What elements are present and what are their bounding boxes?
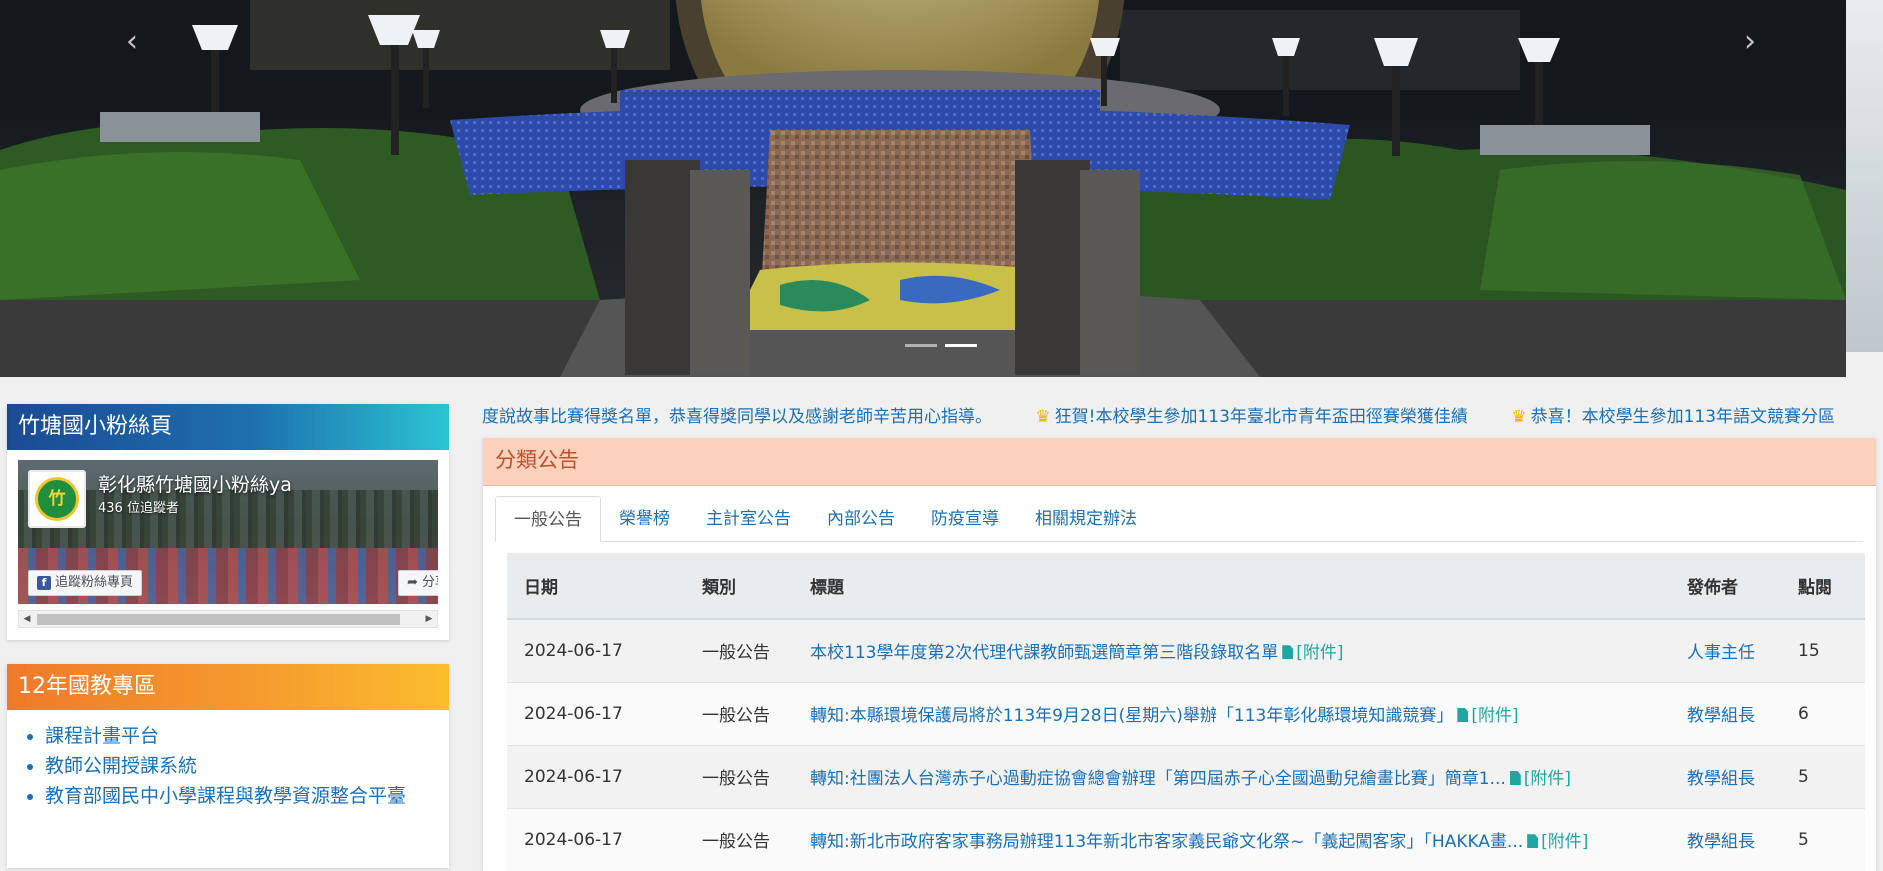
carousel-indicator-1[interactable] xyxy=(905,344,937,347)
curriculum-link[interactable]: 課程計畫平台 xyxy=(45,725,159,747)
tab-general[interactable]: 一般公告 xyxy=(495,496,601,542)
hero-carousel: ‹ › xyxy=(0,0,1846,377)
tab-honor-roll[interactable]: 榮譽榜 xyxy=(601,496,688,542)
column-header-category[interactable]: 類別 xyxy=(685,553,793,620)
publisher-link[interactable]: 教學組長 xyxy=(1687,769,1755,789)
cell-date: 2024-06-17 xyxy=(507,807,685,871)
scrollbar-thumb[interactable] xyxy=(37,614,400,625)
file-icon xyxy=(1457,708,1469,722)
announcement-tabs: 一般公告 榮譽榜 主計室公告 內部公告 防疫宣導 相關規定辦法 xyxy=(495,496,1863,542)
table-row: 2024-06-17 一般公告 轉知:社團法人台灣赤子心過動症協會總會辦理「第四… xyxy=(507,744,1865,808)
curriculum-panel-title: 12年國教專區 xyxy=(7,664,449,710)
curriculum-link-list: 課程計畫平台 教師公開授課系統 教育部國民中小學課程與教學資源整合平臺 xyxy=(45,721,435,811)
carousel-prev-button[interactable]: ‹ xyxy=(112,22,152,62)
file-icon xyxy=(1282,645,1294,660)
announcement-table: 日期 類別 標題 發佈者 點閱 2024-06-17 一般公告 本校113學年度… xyxy=(507,553,1865,871)
cell-title: 轉知:新北市政府客家事務局辦理113年新北市客家義民爺文化祭~「義起闖客家」「H… xyxy=(793,807,1670,871)
tab-epidemic[interactable]: 防疫宣導 xyxy=(913,496,1017,542)
list-item: 教育部國民中小學課程與教學資源整合平臺 xyxy=(45,781,435,811)
carousel-next-button[interactable]: › xyxy=(1730,22,1770,62)
announcement-panel-title: 分類公告 xyxy=(483,438,1876,486)
announcement-panel: 分類公告 一般公告 榮譽榜 主計室公告 內部公告 防疫宣導 相關規定辦法 日期 … xyxy=(483,438,1876,871)
cell-title: 轉知:社團法人台灣赤子心過動症協會總會辦理「第四屆赤子心全國過動兒繪畫比賽」簡章… xyxy=(793,744,1670,808)
announcement-link[interactable]: 轉知:本縣環境保護局將於113年9月28日(星期六)舉辦「113年彰化縣環境知識… xyxy=(810,706,1453,726)
table-row: 2024-06-17 一般公告 本校113學年度第2次代理代課教師甄選簡章第三階… xyxy=(507,618,1865,682)
cell-title: 轉知:本縣環境保護局將於113年9月28日(星期六)舉辦「113年彰化縣環境知識… xyxy=(793,681,1670,745)
column-header-title[interactable]: 標題 xyxy=(793,553,1670,620)
marquee-link[interactable]: 恭喜！本校學生參加113年語文競賽分區 xyxy=(1531,407,1835,427)
publisher-link[interactable]: 教學組長 xyxy=(1687,832,1755,852)
cell-views: 5 xyxy=(1781,744,1865,808)
file-icon xyxy=(1509,771,1521,785)
fb-follower-count: 436 位追蹤者 xyxy=(98,501,179,516)
school-logo[interactable]: 竹 xyxy=(28,470,86,528)
announcement-link[interactable]: 轉知:社團法人台灣赤子心過動症協會總會辦理「第四屆赤子心全國過動兒繪畫比賽」簡章… xyxy=(810,769,1506,789)
share-button[interactable]: ➦ 分享 xyxy=(398,570,438,596)
tab-regulations[interactable]: 相關規定辦法 xyxy=(1017,496,1155,542)
cell-title: 本校113學年度第2次代理代課教師甄選簡章第三階段錄取名單 [附件] xyxy=(793,618,1670,682)
follow-page-button[interactable]: f 追蹤粉絲專頁 xyxy=(28,570,143,596)
list-item: 教師公開授課系統 xyxy=(45,751,435,781)
cell-publisher: 教學組長 xyxy=(1670,744,1781,808)
marquee-link[interactable]: 度說故事比賽得獎名單，恭喜得獎同學以及感謝老師辛苦用心指導。 xyxy=(482,407,992,427)
cell-date: 2024-06-17 xyxy=(507,618,685,682)
table-row: 2024-06-17 一般公告 轉知:本縣環境保護局將於113年9月28日(星期… xyxy=(507,681,1865,745)
cell-publisher: 教學組長 xyxy=(1670,807,1781,871)
column-header-views[interactable]: 點閱 xyxy=(1781,553,1865,620)
cell-views: 15 xyxy=(1781,618,1865,682)
table-row: 2024-06-17 一般公告 轉知:新北市政府客家事務局辦理113年新北市客家… xyxy=(507,807,1865,871)
fans-panel-title: 竹塘國小粉絲頁 xyxy=(7,404,449,450)
marquee-link[interactable]: 狂賀!本校學生參加113年臺北市青年盃田徑賽榮獲佳績 xyxy=(1055,407,1468,427)
list-item: 課程計畫平台 xyxy=(45,721,435,751)
fb-page-name[interactable]: 彰化縣竹塘國小粉絲ya xyxy=(98,470,292,497)
tab-internal[interactable]: 內部公告 xyxy=(809,496,913,542)
cell-publisher: 教學組長 xyxy=(1670,681,1781,745)
scroll-left-icon[interactable]: ◀ xyxy=(19,611,35,627)
file-icon xyxy=(1527,834,1539,849)
cell-views: 5 xyxy=(1781,807,1865,871)
horizontal-scrollbar[interactable]: ◀ ▶ xyxy=(18,610,438,628)
announcement-link[interactable]: 本校113學年度第2次代理代課教師甄選簡章第三階段錄取名單 xyxy=(810,643,1278,663)
chevron-right-icon: › xyxy=(1744,24,1756,59)
cell-date: 2024-06-17 xyxy=(507,681,685,745)
column-header-date[interactable]: 日期 xyxy=(507,553,685,620)
hero-photo xyxy=(0,0,1846,377)
attachment-link[interactable]: [附件] xyxy=(1523,832,1588,852)
curriculum-link[interactable]: 教師公開授課系統 xyxy=(45,755,197,777)
scroll-right-icon[interactable]: ▶ xyxy=(421,611,437,627)
chevron-left-icon: ‹ xyxy=(126,24,138,59)
cell-category: 一般公告 xyxy=(685,807,793,871)
cell-category: 一般公告 xyxy=(685,618,793,682)
school-logo-mark: 竹 xyxy=(35,477,79,521)
attachment-link[interactable]: [附件] xyxy=(1453,706,1519,726)
cell-publisher: 人事主任 xyxy=(1670,618,1781,682)
share-icon: ➦ xyxy=(407,575,423,590)
attachment-link[interactable]: [附件] xyxy=(1278,643,1344,663)
cell-category: 一般公告 xyxy=(685,681,793,745)
facebook-icon: f xyxy=(37,576,51,590)
cell-category: 一般公告 xyxy=(685,744,793,808)
tab-accounting[interactable]: 主計室公告 xyxy=(688,496,809,542)
news-marquee: 度說故事比賽得獎名單，恭喜得獎同學以及感謝老師辛苦用心指導。 ♛ 狂賀!本校學生參… xyxy=(482,404,1883,430)
hero-next-slide-edge xyxy=(1846,0,1883,352)
publisher-link[interactable]: 人事主任 xyxy=(1687,643,1755,663)
curriculum-panel: 12年國教專區 課程計畫平台 教師公開授課系統 教育部國民中小學課程與教學資源整… xyxy=(7,664,449,868)
attachment-link[interactable]: [附件] xyxy=(1506,769,1571,789)
facebook-page-plugin[interactable]: 竹 彰化縣竹塘國小粉絲ya 436 位追蹤者 f追蹤粉絲專頁 ➦ 分享 xyxy=(18,460,438,604)
announcement-link[interactable]: 轉知:新北市政府客家事務局辦理113年新北市客家義民爺文化祭~「義起闖客家」「H… xyxy=(810,832,1523,852)
curriculum-link[interactable]: 教育部國民中小學課程與教學資源整合平臺 xyxy=(45,785,406,807)
crown-icon: ♛ xyxy=(1511,407,1527,427)
carousel-indicator-2[interactable] xyxy=(945,344,977,347)
fans-page-panel: 竹塘國小粉絲頁 竹 彰化縣竹塘國小粉絲ya 436 位追蹤者 f 追蹤粉絲專頁 ➦… xyxy=(7,404,449,640)
publisher-link[interactable]: 教學組長 xyxy=(1687,706,1755,726)
cell-date: 2024-06-17 xyxy=(507,744,685,808)
crown-icon: ♛ xyxy=(1035,407,1051,427)
cell-views: 6 xyxy=(1781,681,1865,745)
column-header-publisher[interactable]: 發佈者 xyxy=(1670,553,1781,620)
